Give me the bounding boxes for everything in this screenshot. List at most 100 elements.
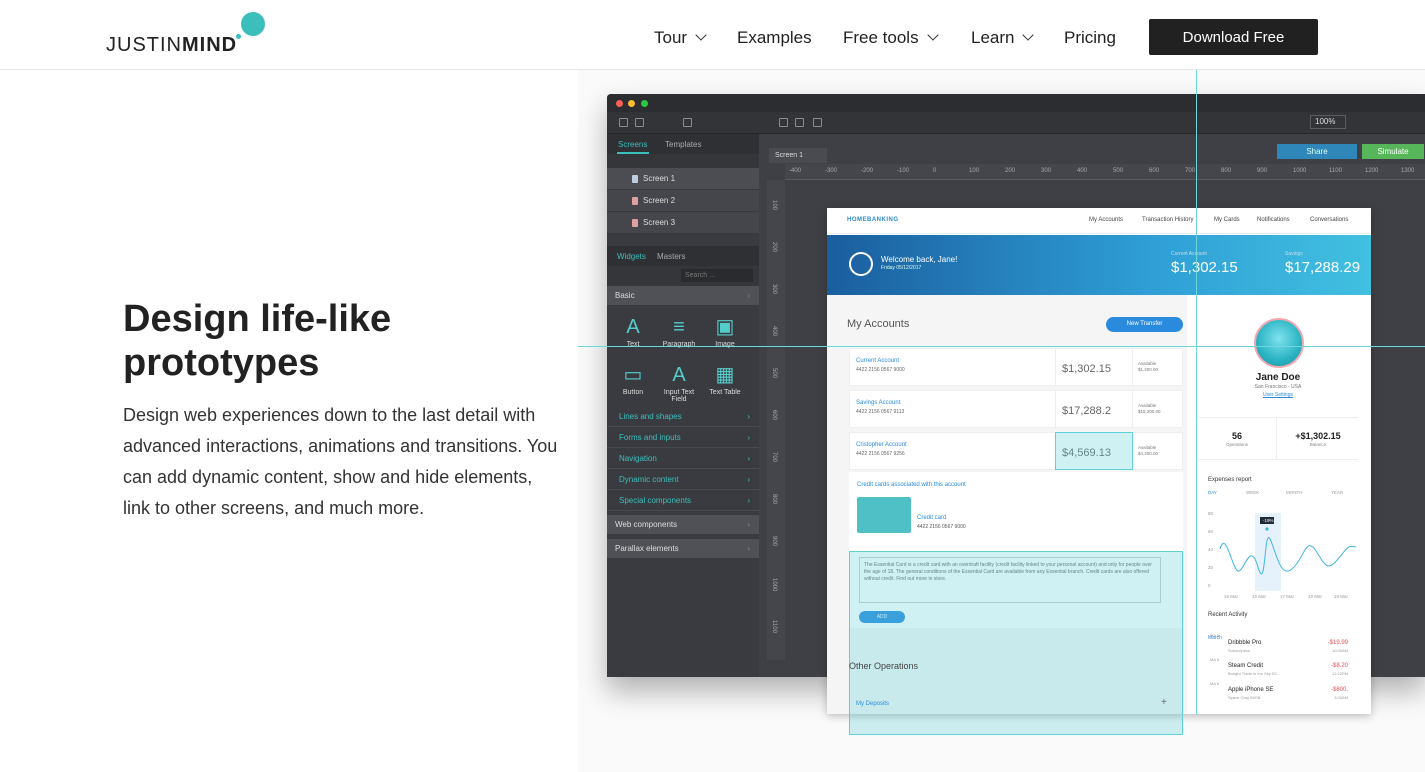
ruler-tick: 700 <box>1185 168 1196 174</box>
account-available: Available $15,200.00 <box>1138 403 1161 415</box>
ruler-tick: 200 <box>771 242 777 253</box>
activity-date: MA 5 <box>1210 657 1220 662</box>
nav-free-tools[interactable]: Free tools <box>843 28 939 48</box>
mock-nav-link[interactable]: My Cards <box>1214 217 1240 223</box>
widget-text-table[interactable]: ▦ Text Table <box>705 364 745 396</box>
range-year[interactable]: YEAR <box>1331 490 1343 495</box>
ruler-tick: -100 <box>897 168 910 174</box>
mock-nav-link[interactable]: Conversations <box>1310 217 1348 223</box>
hero-body: Design web experiences down to the last … <box>123 405 558 518</box>
screen-item[interactable]: Screen 3 <box>607 212 759 234</box>
ruler-tick: 300 <box>1041 168 1052 174</box>
widget-input-text-field[interactable]: A Input Text Field <box>659 364 699 403</box>
account-number: 4422 2156 0567 9113 <box>856 409 905 415</box>
ruler-tick: 1200 <box>1365 168 1379 174</box>
widget-text[interactable]: A Text <box>613 316 653 348</box>
available-label: Available <box>1138 403 1157 408</box>
my-deposits[interactable]: My Deposits <box>856 701 889 707</box>
account-name: Savings Account <box>856 400 901 406</box>
expenses-title: Expenses report <box>1208 477 1252 483</box>
chevron-down-icon <box>926 29 939 41</box>
tab-widgets[interactable]: Widgets <box>617 252 646 261</box>
zoom-level[interactable]: 100% <box>1310 115 1346 129</box>
range-week[interactable]: WEEK <box>1246 490 1259 495</box>
account-number: 4422 2156 0567 9000 <box>856 367 905 373</box>
widget-image[interactable]: ▣ Image <box>705 316 745 348</box>
tab-templates[interactable]: Templates <box>665 140 701 149</box>
category-web-components[interactable]: Web components › <box>607 515 759 535</box>
screen-label: Screen 2 <box>643 196 676 205</box>
category-basic[interactable]: Basic › <box>607 286 759 306</box>
subcategory-item[interactable]: Lines and shapes › <box>607 406 759 427</box>
savings-balance: $17,288.29 <box>1285 259 1361 276</box>
widget-search-input[interactable]: Search ... <box>681 269 753 282</box>
plus-icon[interactable]: + <box>1161 697 1167 708</box>
account-row[interactable]: Savings Account 4422 2156 0567 9113 $17,… <box>849 390 1183 429</box>
subcategory-item[interactable]: Navigation › <box>607 448 759 469</box>
divider <box>1198 417 1358 418</box>
divider <box>1198 459 1358 460</box>
subcategory-item[interactable]: Dynamic content › <box>607 469 759 490</box>
nav-learn[interactable]: Learn <box>971 28 1035 48</box>
share-button[interactable]: Share <box>1277 144 1357 159</box>
table-icon: ▦ <box>715 364 735 386</box>
mock-logo: HOMEBANKING <box>847 217 899 223</box>
tab-screens[interactable]: Screens <box>618 140 647 149</box>
selection-box[interactable] <box>1055 432 1133 470</box>
widget-button[interactable]: ▭ Button <box>613 364 653 396</box>
chart-y-tick: 0 <box>1208 583 1211 588</box>
selection-box[interactable] <box>849 551 1183 735</box>
activity-amount: -$800. <box>1330 687 1348 693</box>
site-header: JUSTINMIND Tour Examples Free tools Lear… <box>0 0 1425 70</box>
window-titlebar <box>607 94 1425 112</box>
new-transfer-button[interactable]: New Transfer <box>1106 317 1183 332</box>
screen-item[interactable]: Screen 1 <box>607 168 759 190</box>
ruler-tick: 1000 <box>1293 168 1307 174</box>
mock-nav-link[interactable]: Notifications <box>1257 217 1290 223</box>
ruler-tick: 900 <box>771 536 777 547</box>
user-settings-link[interactable]: User Settings <box>1198 392 1358 398</box>
ruler-tick: 900 <box>1257 168 1268 174</box>
mock-nav-link[interactable]: Transaction History <box>1142 217 1193 223</box>
justinmind-logo[interactable]: JUSTINMIND <box>106 12 276 56</box>
account-row[interactable]: Current Account 4422 2156 0567 9000 $1,3… <box>849 348 1183 387</box>
activity-sub: Space Gray 64GB <box>1228 695 1261 700</box>
activity-name: Steam Credit <box>1228 663 1264 669</box>
activity-time: 12:22PM <box>1331 671 1348 676</box>
category-parallax-elements[interactable]: Parallax elements › <box>607 539 759 559</box>
recent-activity-title: Recent Activity <box>1208 612 1248 618</box>
nav-pricing[interactable]: Pricing <box>1064 28 1116 48</box>
nav-tour[interactable]: Tour <box>654 28 707 48</box>
new-file-icon <box>619 118 628 127</box>
range-month[interactable]: MONTH <box>1286 490 1303 495</box>
available-label: Available <box>1138 445 1157 450</box>
screen-icon <box>632 197 638 205</box>
range-day[interactable]: DAY <box>1208 490 1217 495</box>
chart-y-tick: 80 <box>1208 511 1214 516</box>
tab-masters[interactable]: Masters <box>657 252 685 261</box>
screen-label: Screen 3 <box>643 218 676 227</box>
chart-x-tick: 16 Mar <box>1252 594 1267 599</box>
widget-label: Input Text Field <box>663 389 695 403</box>
subcategory-item[interactable]: Special components › <box>607 490 759 511</box>
subcategory-item[interactable]: Forms and inputs › <box>607 427 759 448</box>
ruler-tick: 1300 <box>1401 168 1415 174</box>
chart-highlight <box>1255 513 1281 591</box>
ruler-tick: 300 <box>771 284 777 295</box>
nav-examples[interactable]: Examples <box>737 28 812 48</box>
chevron-right-icon: › <box>747 544 750 553</box>
open-folder-icon <box>635 118 644 127</box>
download-free-button[interactable]: Download Free <box>1149 19 1318 55</box>
simulate-button[interactable]: Simulate <box>1362 144 1424 159</box>
activity-time: 10:00AM <box>1331 648 1348 653</box>
chevron-right-icon: › <box>747 454 750 463</box>
mock-nav-link[interactable]: My Accounts <box>1089 217 1123 223</box>
widget-paragraph[interactable]: ≡ Paragraph <box>659 316 699 348</box>
screen-item[interactable]: Screen 2 <box>607 190 759 212</box>
other-operations: Other Operations <box>849 661 919 671</box>
subcategory-label: Lines and shapes <box>619 412 682 421</box>
user-location: San Francisco - USA <box>1254 384 1302 390</box>
logo-text: JUSTINMIND <box>106 34 237 57</box>
card-number: 4422 2156 0567 9000 <box>917 524 966 530</box>
canvas-tab-screen-1[interactable]: Screen 1 <box>769 148 827 163</box>
